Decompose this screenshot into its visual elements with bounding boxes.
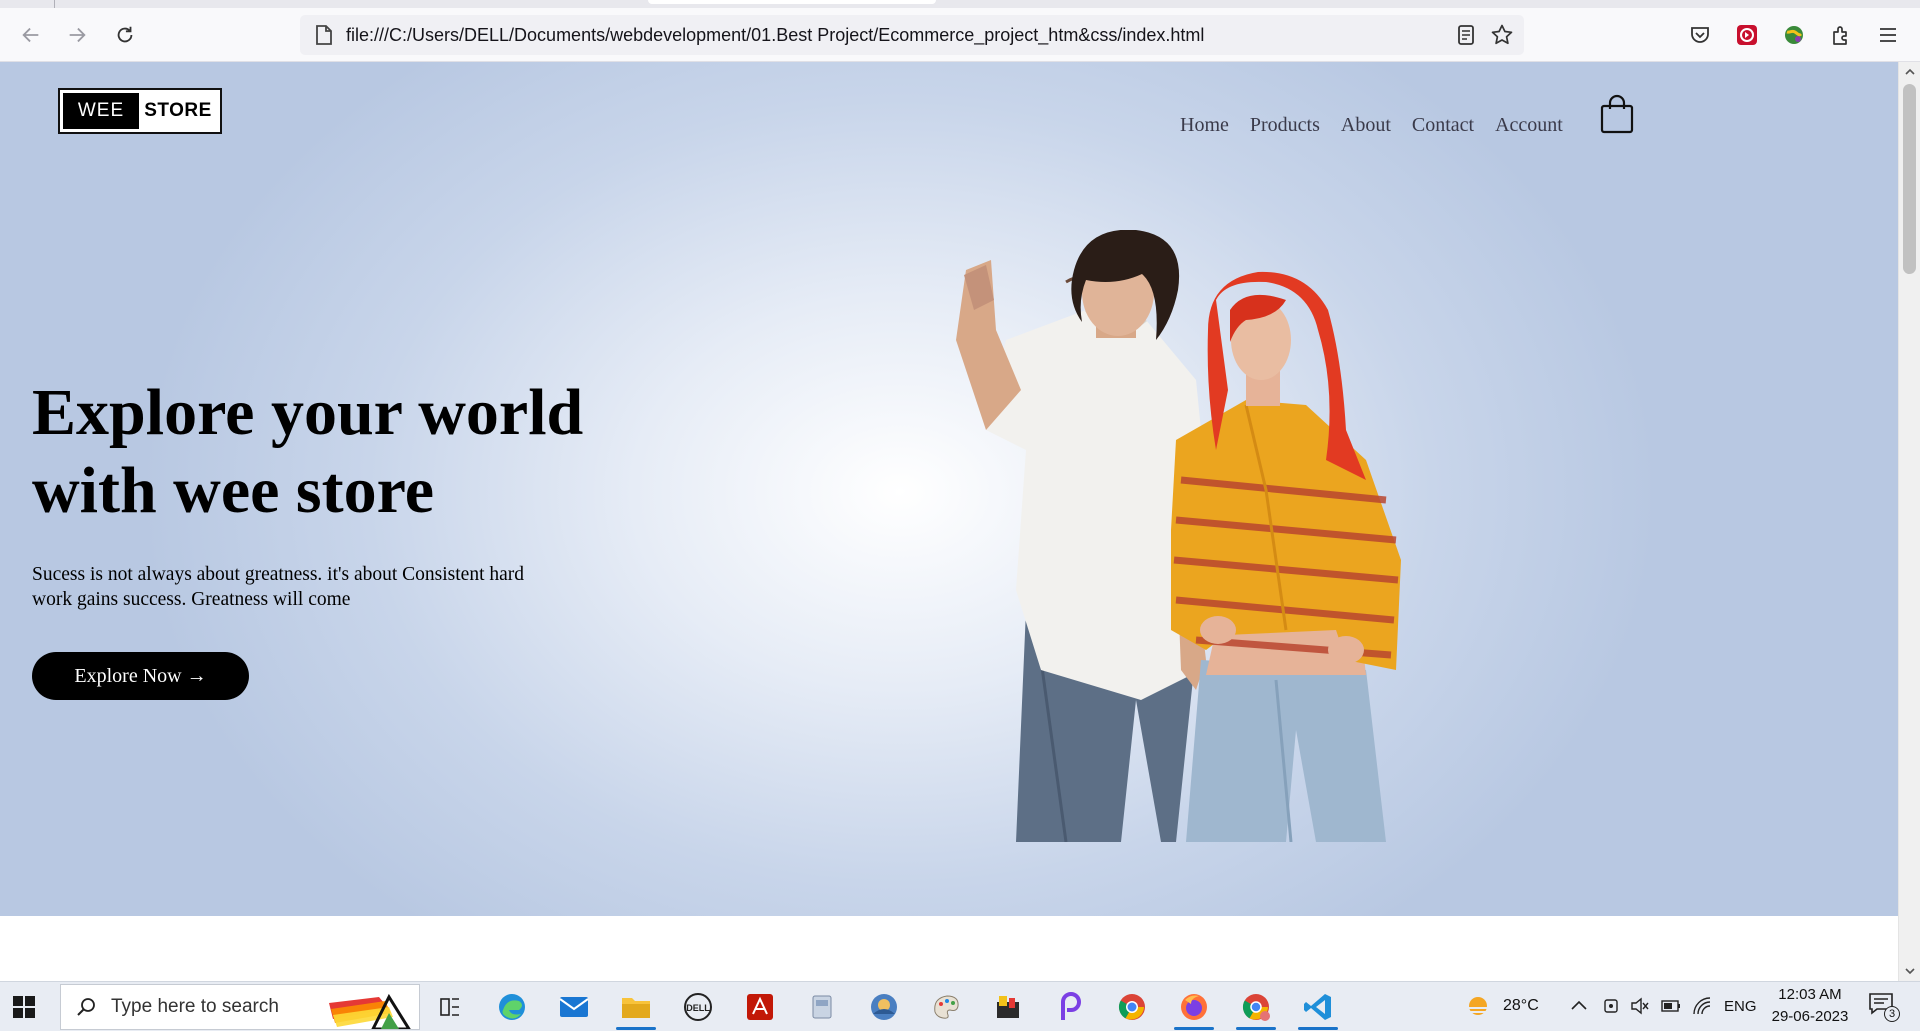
firefox-icon: [1181, 994, 1207, 1020]
camera-tray-icon[interactable]: [1602, 996, 1620, 1016]
weather-temperature[interactable]: 28°C: [1503, 997, 1539, 1015]
extensions-puzzle-icon[interactable]: [1828, 22, 1854, 48]
browser-toolbar: file:///C:/Users/DELL/Documents/webdevel…: [0, 8, 1920, 62]
taskbar-mail[interactable]: [550, 988, 598, 1026]
scanner-icon: [812, 995, 832, 1019]
taskbar-firefox[interactable]: [1170, 988, 1218, 1030]
scrollbar-thumb[interactable]: [1903, 84, 1916, 274]
vscode-icon: [1304, 994, 1331, 1020]
reload-button[interactable]: [108, 18, 142, 52]
arrow-left-icon: [22, 27, 39, 43]
nav-link-about[interactable]: About: [1341, 114, 1391, 137]
input-language[interactable]: ENG: [1724, 998, 1757, 1015]
page-viewport: WEE STORE Home Products About Contact Ac…: [0, 62, 1898, 981]
tab-separator: [54, 0, 55, 8]
taskbar-picsart[interactable]: [1046, 988, 1094, 1026]
task-view-button[interactable]: [426, 988, 474, 1026]
search-highlight-image: [329, 993, 411, 1029]
taskbar-clock[interactable]: 12:03 AM 29-06-2023: [1764, 984, 1856, 1028]
forward-button[interactable]: [60, 18, 94, 52]
taskbar-tools-app[interactable]: [984, 988, 1032, 1026]
scroll-up-icon[interactable]: [1904, 66, 1916, 78]
nav-link-account[interactable]: Account: [1495, 114, 1563, 137]
windows-start-icon[interactable]: [12, 995, 36, 1019]
taskbar-paint[interactable]: [922, 988, 970, 1026]
windows-taskbar: Type here to search DELL 28°C ENG 12:03 …: [0, 981, 1920, 1031]
taskbar-scanner[interactable]: [798, 988, 846, 1026]
site-logo[interactable]: WEE STORE: [58, 88, 222, 134]
logo-store-text: STORE: [144, 100, 212, 121]
tab-strip: [0, 0, 1920, 8]
volume-muted-icon[interactable]: [1630, 996, 1650, 1016]
arrow-right-icon: [69, 27, 86, 43]
site-navigation: Home Products About Contact Account: [1180, 114, 1584, 137]
address-bar[interactable]: file:///C:/Users/DELL/Documents/webdevel…: [300, 15, 1524, 55]
nav-link-contact[interactable]: Contact: [1412, 114, 1474, 137]
hero-title-line-2: with wee store: [32, 454, 434, 527]
hero-subtitle: Sucess is not always about greatness. it…: [32, 564, 525, 610]
chrome-icon: [1118, 994, 1145, 1020]
folder-icon: [622, 998, 650, 1018]
photos-icon: [871, 994, 897, 1020]
wifi-icon[interactable]: [1692, 996, 1712, 1016]
search-placeholder: Type here to search: [111, 996, 279, 1017]
scroll-down-icon[interactable]: [1904, 965, 1916, 977]
bookmark-star-icon[interactable]: [1490, 23, 1514, 47]
hero-title-line-1: Explore your world: [32, 376, 584, 449]
chrome-profile-icon: [1242, 994, 1270, 1021]
nav-link-products[interactable]: Products: [1250, 114, 1320, 137]
toolbox-icon: [997, 996, 1019, 1018]
active-tab[interactable]: [648, 0, 936, 4]
page-icon: [312, 23, 336, 47]
active-indicator: [1298, 1027, 1338, 1030]
battery-icon[interactable]: [1660, 997, 1682, 1015]
weather-icon[interactable]: [1464, 994, 1494, 1020]
reader-view-icon[interactable]: [1454, 23, 1478, 47]
clock-time: 12:03 AM: [1778, 986, 1842, 1003]
taskbar-search-box[interactable]: Type here to search: [60, 984, 420, 1030]
notifications-button[interactable]: 3: [1868, 992, 1902, 1022]
active-indicator: [1236, 1027, 1276, 1030]
taskbar-chrome-profile[interactable]: [1232, 988, 1280, 1030]
extension-red-icon[interactable]: [1734, 22, 1760, 48]
extension-globe-icon[interactable]: [1781, 22, 1807, 48]
task-view-icon: [440, 998, 459, 1016]
active-indicator: [616, 1027, 656, 1030]
pocket-icon[interactable]: [1687, 22, 1713, 48]
explore-now-button[interactable]: Explore Now →: [32, 652, 249, 700]
notification-count-badge: 3: [1884, 1006, 1900, 1022]
search-icon: [77, 998, 95, 1016]
svg-text:DELL: DELL: [686, 1003, 710, 1013]
nav-link-home[interactable]: Home: [1180, 114, 1229, 137]
logo-wee-text: WEE: [63, 93, 139, 129]
taskbar-dell[interactable]: DELL: [674, 988, 722, 1026]
clock-date: 29-06-2023: [1771, 1008, 1849, 1025]
picsart-icon: [1061, 992, 1081, 1020]
edge-icon: [499, 994, 525, 1020]
shopping-bag-icon[interactable]: [1600, 94, 1634, 134]
taskbar-photos-app[interactable]: [860, 988, 908, 1026]
hero-title: Explore your world with wee store: [32, 374, 732, 530]
hero-section: WEE STORE Home Products About Contact Ac…: [0, 62, 1898, 916]
hero-models-image: [956, 230, 1401, 842]
url-text[interactable]: file:///C:/Users/DELL/Documents/webdevel…: [346, 25, 1204, 46]
page-scrollbar[interactable]: [1898, 62, 1920, 981]
reload-icon: [117, 26, 133, 43]
acrobat-icon: [747, 994, 773, 1020]
taskbar-file-explorer[interactable]: [612, 988, 660, 1030]
paint-palette-icon: [934, 995, 959, 1019]
mail-icon: [559, 997, 589, 1017]
chevron-up-icon[interactable]: [1570, 998, 1588, 1012]
taskbar-edge[interactable]: [488, 988, 536, 1026]
back-button[interactable]: [14, 18, 48, 52]
active-indicator: [1174, 1027, 1214, 1030]
dell-icon: DELL: [684, 993, 712, 1021]
taskbar-acrobat[interactable]: [736, 988, 784, 1026]
taskbar-vscode[interactable]: [1294, 988, 1342, 1030]
menu-hamburger-icon[interactable]: [1875, 22, 1901, 48]
taskbar-chrome[interactable]: [1108, 988, 1156, 1026]
